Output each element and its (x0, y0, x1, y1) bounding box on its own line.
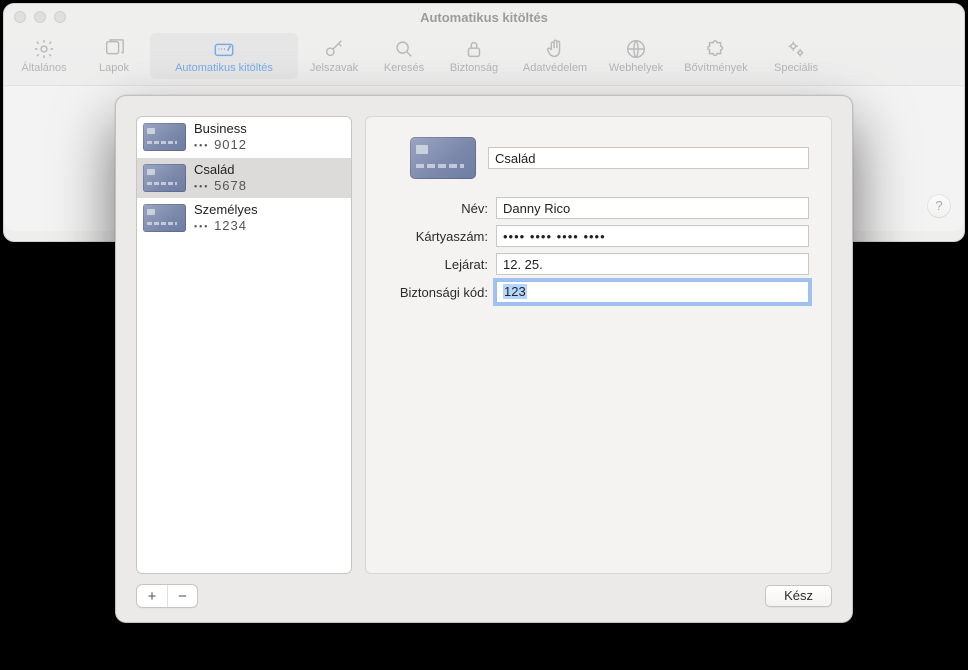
done-button[interactable]: Kész (765, 585, 832, 607)
name-label: Név: (388, 201, 488, 216)
card-subtitle: ••• 1234 (194, 218, 258, 235)
card-title: Személyes (194, 202, 258, 218)
add-remove-group: + − (136, 584, 198, 608)
card-list-item[interactable]: Személyes ••• 1234 (137, 198, 351, 239)
credit-card-icon (143, 164, 186, 192)
card-number-field[interactable] (496, 225, 809, 247)
add-card-button[interactable]: + (137, 585, 167, 607)
credit-card-icon (410, 137, 476, 179)
expiry-label: Lejárat: (388, 257, 488, 272)
sheet-footer: + − Kész (136, 574, 832, 608)
credit-cards-sheet: Business ••• 9012 Család ••• 5678 Személ… (115, 95, 853, 623)
card-detail-pane: Név: Kártyaszám: Lejárat: Biztonsági kód… (365, 116, 832, 574)
card-subtitle: ••• 5678 (194, 178, 247, 195)
credit-card-icon (143, 123, 186, 151)
card-description-field[interactable] (488, 147, 809, 169)
number-label: Kártyaszám: (388, 229, 488, 244)
card-expiry-field[interactable] (496, 253, 809, 275)
card-title: Család (194, 162, 247, 178)
card-list[interactable]: Business ••• 9012 Család ••• 5678 Személ… (136, 116, 352, 574)
cardholder-name-field[interactable] (496, 197, 809, 219)
card-title: Business (194, 121, 247, 137)
card-list-item[interactable]: Business ••• 9012 (137, 117, 351, 158)
card-cvc-field[interactable]: 123 (496, 281, 809, 303)
card-list-item[interactable]: Család ••• 5678 (137, 158, 351, 199)
cvc-label: Biztonsági kód: (388, 285, 488, 300)
credit-card-icon (143, 204, 186, 232)
remove-card-button[interactable]: − (167, 585, 197, 607)
card-subtitle: ••• 9012 (194, 137, 247, 154)
